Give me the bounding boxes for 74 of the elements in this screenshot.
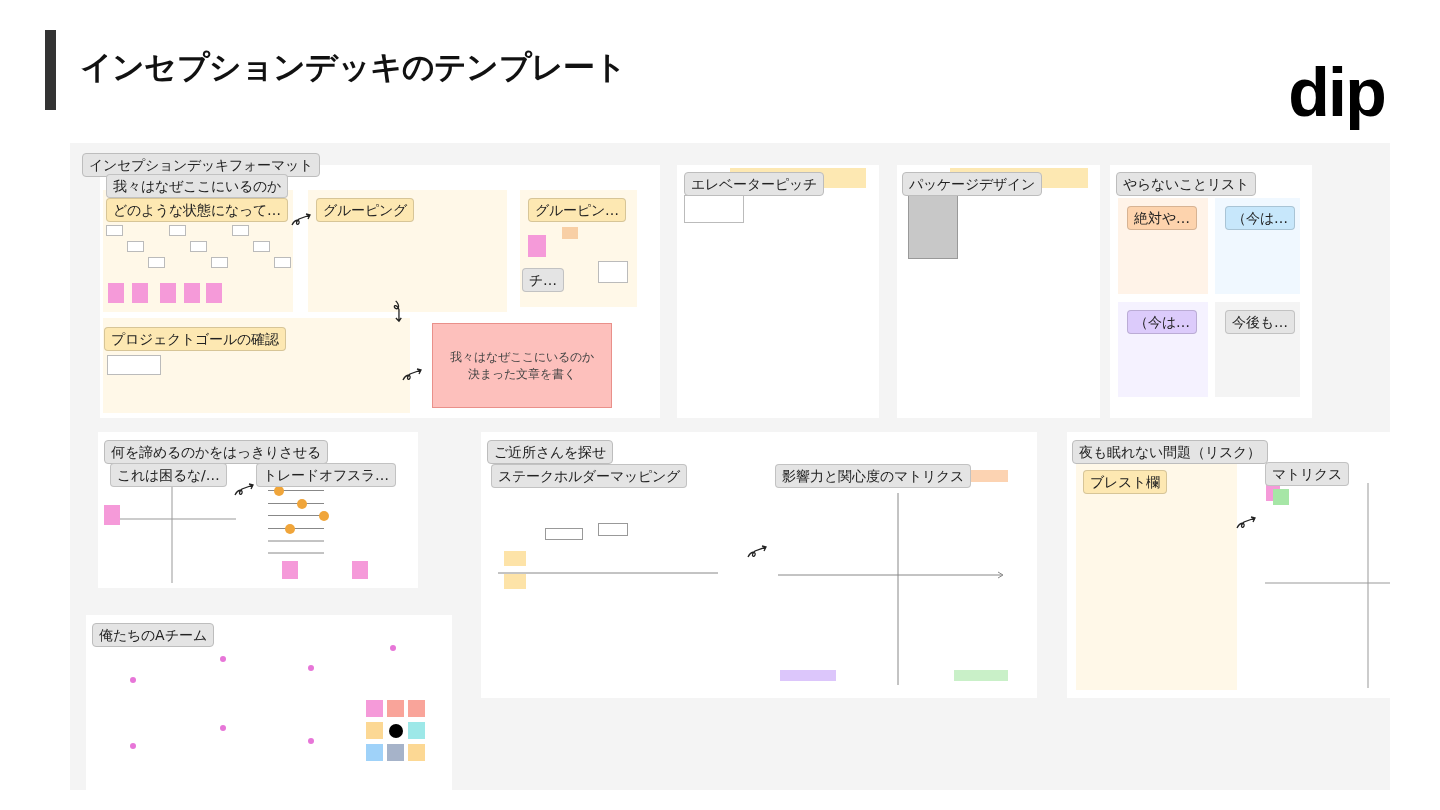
label-tag: グルーピン…: [528, 198, 626, 222]
card: [107, 355, 161, 375]
sticky-note: [366, 722, 383, 739]
frame-title: やらないことリスト: [1116, 172, 1256, 196]
sticky-note: [387, 744, 404, 761]
frame-title: 夜も眠れない問題（リスク）: [1072, 440, 1268, 464]
label-tag: 今後も…: [1225, 310, 1295, 334]
sticky-note: [132, 283, 148, 303]
card: [106, 225, 123, 236]
label-tag: （今は…: [1225, 206, 1295, 230]
slider-thumb[interactable]: [319, 511, 329, 521]
sticky-note: [408, 700, 425, 717]
card: [598, 523, 628, 536]
sticky-note: [504, 574, 526, 589]
label-tag: これは困るな/…: [110, 463, 227, 487]
sticky-note: [206, 283, 222, 303]
slider-tracks-drawing: [268, 540, 324, 554]
label-tag: マトリクス: [1265, 462, 1349, 486]
card: [598, 261, 628, 283]
card: [232, 225, 249, 236]
sticky-note: [387, 700, 404, 717]
sticky-note: [408, 744, 425, 761]
frame-title: インセプションデッキフォーマット: [82, 153, 320, 177]
slider-thumb[interactable]: [296, 498, 307, 509]
card: [211, 257, 228, 268]
sticky-note: [366, 744, 383, 761]
label-tag: グルーピング: [316, 198, 414, 222]
card: [169, 225, 186, 236]
label-tag: ブレスト欄: [1083, 470, 1167, 494]
card: [684, 195, 744, 223]
label-tag: 影響力と関心度のマトリクス: [775, 464, 971, 488]
sticky-note: [528, 235, 546, 257]
arrow-icon: [747, 545, 769, 559]
card: [127, 241, 144, 252]
label-tag: 我々はなぜここにいるのか: [106, 174, 288, 198]
sticky-note: [160, 283, 176, 303]
frame-title: 何を諦めるのかをはっきりさせる: [104, 440, 328, 464]
frame-title: 俺たちのAチーム: [92, 623, 214, 647]
sticky-note: [1273, 489, 1289, 505]
arrow-icon: [291, 213, 313, 227]
label-tag: （今は…: [1127, 310, 1197, 334]
sticky-note: [562, 227, 578, 239]
label-tag: 絶対や…: [1127, 206, 1197, 230]
card: [190, 241, 207, 252]
card: [253, 241, 270, 252]
slider-thumb[interactable]: [285, 523, 296, 534]
arrow-icon: [234, 483, 256, 497]
card: [148, 257, 165, 268]
frame-title: エレベーターピッチ: [684, 172, 824, 196]
slide-title: インセプションデッキのテンプレート: [80, 47, 627, 88]
sticky-note: [504, 551, 526, 566]
arrow-icon: [1236, 516, 1258, 530]
note-text: 決まった文章を書く: [468, 366, 576, 382]
sticky-note: [366, 700, 383, 717]
sticky-note: [954, 670, 1008, 681]
label-tag: プロジェクトゴールの確認: [104, 327, 286, 351]
card: [274, 257, 291, 268]
sticky-note: [352, 561, 368, 579]
label-tag: ステークホルダーマッピング: [491, 464, 687, 488]
sticky-note: [184, 283, 200, 303]
arrow-icon: [402, 368, 424, 382]
frame-title: パッケージデザイン: [902, 172, 1042, 196]
card: [545, 528, 583, 540]
label-tag: どのような状態になって…: [106, 198, 288, 222]
sticky-note: [408, 722, 425, 739]
label-tag: トレードオフスラ…: [256, 463, 396, 487]
note-text: 我々はなぜここにいるのか: [450, 349, 594, 365]
sticky-note: [780, 670, 836, 681]
wireframe-card: [908, 195, 958, 259]
frame-title: ご近所さんを探せ: [487, 440, 613, 464]
sticky-note: [104, 505, 120, 525]
sticky-note: [108, 283, 124, 303]
label-tag: チ…: [522, 268, 564, 292]
sticky-note: [282, 561, 298, 579]
